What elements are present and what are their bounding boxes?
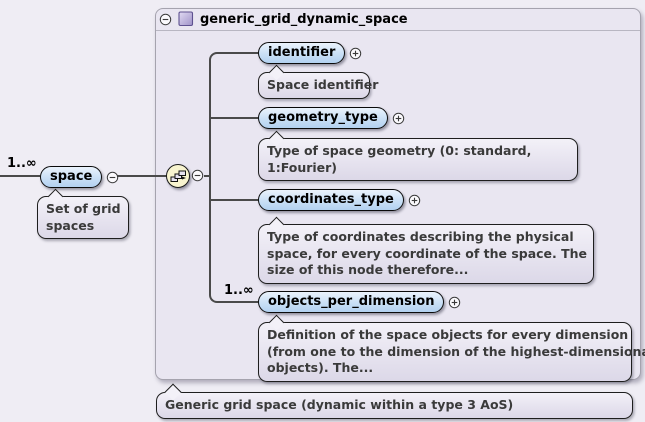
- element-geometry-type[interactable]: geometry_type: [258, 107, 388, 129]
- annotation-objects-per-dimension: Definition of the space objects for ever…: [258, 322, 632, 382]
- root-cardinality: 1..∞: [7, 156, 37, 171]
- branch-objects-per-dimension: [219, 301, 258, 303]
- element-identifier-row: identifier: [258, 42, 362, 64]
- element-objects-per-dimension-row: objects_per_dimension: [258, 291, 461, 313]
- expand-icon[interactable]: [408, 194, 421, 207]
- connector-left: [0, 175, 40, 177]
- branch-coordinates-type: [209, 199, 258, 201]
- annotation-identifier: Space identifier: [258, 72, 370, 99]
- collapse-icon[interactable]: [191, 169, 204, 182]
- expand-icon[interactable]: [349, 47, 362, 60]
- sequence-glyph: [170, 169, 187, 184]
- expand-icon[interactable]: [448, 296, 461, 309]
- complex-type-icon: [178, 11, 194, 27]
- sequence-compositor-icon[interactable]: [166, 164, 190, 188]
- expand-icon[interactable]: [392, 112, 405, 125]
- annotation-geometry-type: Type of space geometry (0: standard, 1:F…: [258, 138, 578, 181]
- schema-diagram: generic_grid_dynamic_space 1..∞ space Se…: [0, 0, 645, 422]
- element-coordinates-type[interactable]: coordinates_type: [258, 189, 404, 211]
- group-title: generic_grid_dynamic_space: [200, 12, 408, 27]
- trunk-line: [209, 60, 211, 295]
- element-coordinates-type-row: coordinates_type: [258, 189, 421, 211]
- element-identifier[interactable]: identifier: [258, 42, 345, 64]
- branch-geometry-type: [209, 117, 258, 119]
- objects-cardinality: 1..∞: [224, 283, 254, 298]
- group-header: generic_grid_dynamic_space: [159, 10, 408, 28]
- element-objects-per-dimension[interactable]: objects_per_dimension: [258, 291, 444, 313]
- annotation-group: Generic grid space (dynamic within a typ…: [156, 392, 633, 419]
- collapse-icon[interactable]: [106, 171, 119, 184]
- collapse-icon[interactable]: [159, 13, 172, 26]
- branch-identifier: [219, 52, 258, 54]
- element-space-row: space: [40, 166, 119, 188]
- annotation-space: Set of grid spaces: [37, 196, 129, 239]
- element-space[interactable]: space: [40, 166, 102, 188]
- annotation-coordinates-type: Type of coordinates describing the physi…: [258, 224, 594, 284]
- element-geometry-type-row: geometry_type: [258, 107, 405, 129]
- header-separator: [156, 30, 640, 31]
